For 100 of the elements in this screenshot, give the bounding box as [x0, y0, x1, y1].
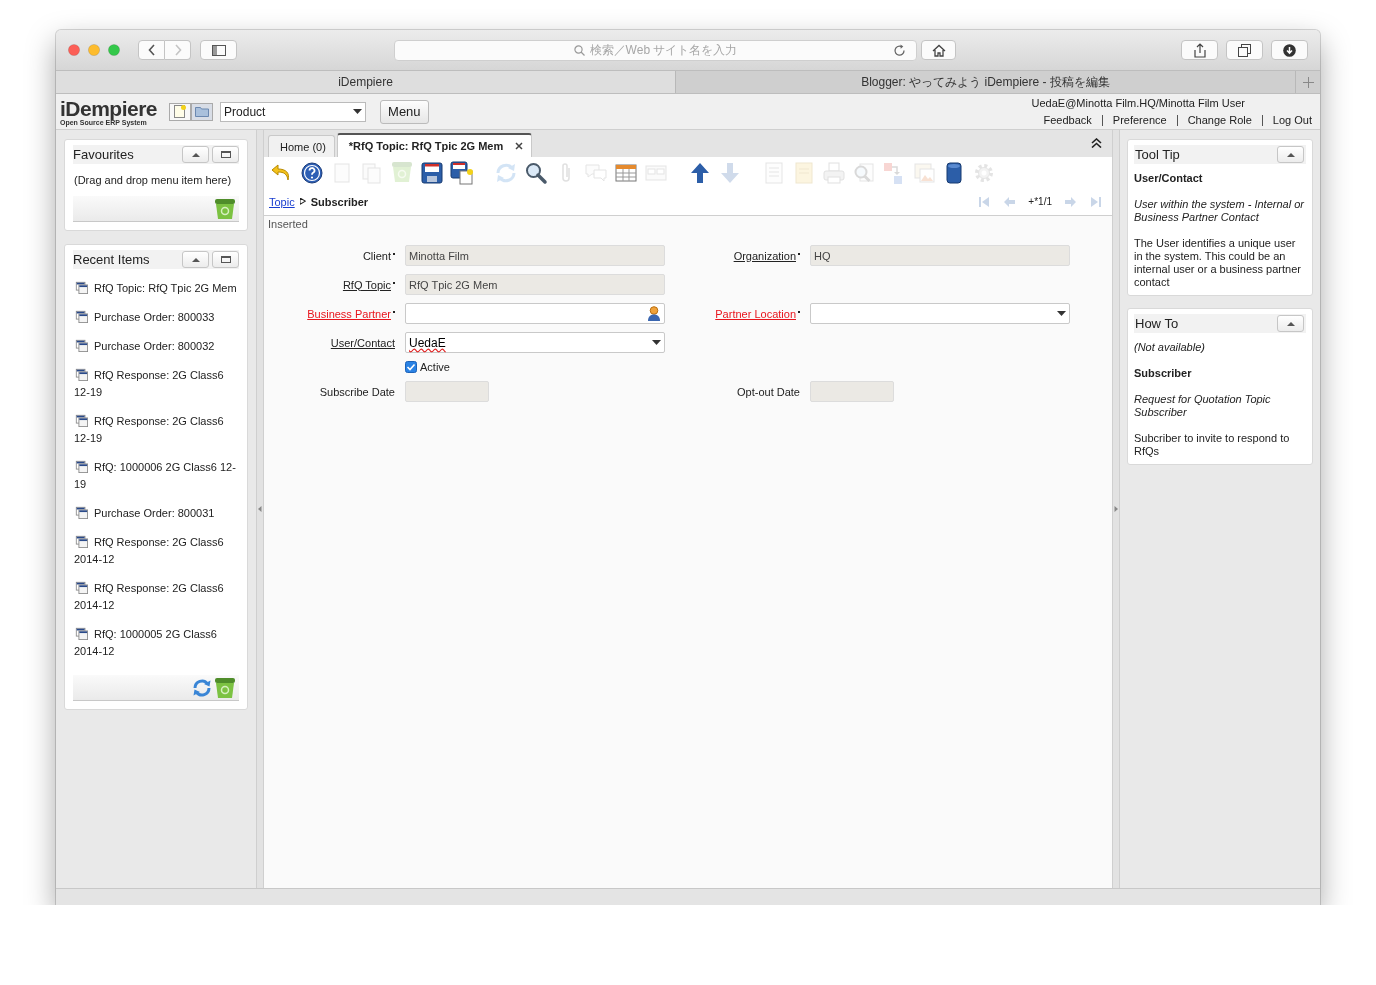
- home-button[interactable]: [921, 40, 956, 60]
- app-logo: iDempiere: [60, 97, 158, 119]
- text-field[interactable]: RfQ Tpic 2G Mem: [405, 274, 665, 295]
- user-info: UedaE@Minotta Film.HQ/Minotta Film User: [1031, 97, 1246, 109]
- download-button[interactable]: [1271, 40, 1308, 60]
- splitter-handle-icon[interactable]: [258, 506, 262, 512]
- forward-icon: [173, 44, 182, 56]
- zoom-window-button[interactable]: [108, 44, 120, 56]
- text-field[interactable]: Minotta Film: [405, 245, 665, 266]
- date-field[interactable]: [405, 381, 489, 402]
- save-new-icon[interactable]: [450, 160, 474, 185]
- menu-button[interactable]: Menu: [380, 99, 429, 124]
- save-icon[interactable]: [420, 160, 444, 185]
- share-icon: [1193, 42, 1206, 58]
- window-icon: [74, 310, 89, 323]
- tabs-button[interactable]: [1226, 40, 1263, 60]
- recent-item[interactable]: Purchase Order: 800032: [74, 338, 239, 355]
- menu-search-field[interactable]: Product: [220, 101, 367, 122]
- recent-item[interactable]: RfQ Response: 2G Class6 12-19: [74, 367, 239, 401]
- panel-title: Recent Items: [73, 252, 151, 267]
- collapse-button[interactable]: [182, 146, 209, 163]
- caret-up-icon: [1286, 321, 1295, 326]
- field-label[interactable]: User/Contact: [264, 336, 405, 349]
- search-field[interactable]: [405, 303, 665, 324]
- maximize-button[interactable]: [212, 146, 239, 163]
- minimize-window-button[interactable]: [88, 44, 100, 56]
- reload-icon[interactable]: [893, 43, 906, 57]
- browser-tab[interactable]: iDempiere: [56, 71, 675, 93]
- collapse-icon[interactable]: [1091, 138, 1102, 148]
- recent-item[interactable]: RfQ Response: 2G Class6 12-19: [74, 413, 239, 447]
- new-record-button[interactable]: [169, 102, 192, 121]
- share-button[interactable]: [1181, 40, 1218, 60]
- close-window-button[interactable]: [68, 44, 80, 56]
- search-icon[interactable]: [524, 160, 548, 185]
- window-icon: [74, 581, 89, 594]
- window-tab[interactable]: *RfQ Topic: RfQ Tpic 2G Mem: [336, 133, 533, 157]
- record-position: +*1/1: [1028, 196, 1052, 207]
- help-text: Request for Quotation Topic Subscriber: [1134, 393, 1272, 419]
- back-button[interactable]: [138, 40, 165, 60]
- panel-title: Favourites: [73, 147, 135, 162]
- maximize-icon: [220, 151, 231, 158]
- header-link[interactable]: Change Role: [1176, 115, 1262, 126]
- trash-icon[interactable]: [213, 197, 237, 220]
- field-label[interactable]: Business Partner: [264, 307, 405, 320]
- field-label: Client: [264, 249, 405, 262]
- maximize-button[interactable]: [212, 251, 239, 268]
- open-folder-button[interactable]: [191, 102, 214, 121]
- header-link[interactable]: Feedback: [1033, 115, 1102, 126]
- person-icon: [647, 306, 661, 321]
- dropdown-field[interactable]: [810, 303, 1070, 324]
- splitter-handle-icon[interactable]: [1114, 506, 1118, 512]
- window-icon: [74, 368, 89, 381]
- recent-item[interactable]: RfQ Response: 2G Class6 2014-12: [74, 580, 239, 614]
- date-field[interactable]: [810, 381, 894, 402]
- field-label[interactable]: Organization: [665, 249, 810, 262]
- plus-icon: [1302, 76, 1314, 88]
- sidebar-button[interactable]: [200, 40, 237, 60]
- checkbox[interactable]: [405, 361, 417, 373]
- header-link[interactable]: Log Out: [1261, 115, 1312, 126]
- dropdown-caret-icon: [652, 340, 661, 345]
- header-link[interactable]: Preference: [1101, 115, 1177, 126]
- panel-title: Tool Tip: [1135, 147, 1181, 162]
- status-message: Inserted: [267, 217, 309, 232]
- recent-item[interactable]: Purchase Order: 800031: [74, 505, 239, 522]
- caret-up-icon: [1286, 152, 1295, 157]
- field-label[interactable]: RfQ Topic: [264, 278, 405, 291]
- dropdown-field[interactable]: UedaE: [405, 332, 665, 353]
- browser-tab[interactable]: Blogger: やってみよう iDempiere - 投稿を編集: [675, 71, 1295, 93]
- text-field[interactable]: HQ: [810, 245, 1070, 266]
- collapse-button[interactable]: [182, 251, 209, 268]
- recent-item[interactable]: Purchase Order: 800033: [74, 309, 239, 326]
- recent-item[interactable]: RfQ: 1000005 2G Class6 2014-12: [74, 626, 239, 660]
- close-icon[interactable]: [515, 142, 524, 150]
- page-icon: [174, 105, 187, 118]
- window-tab[interactable]: Home (0): [268, 135, 335, 157]
- help-icon[interactable]: [300, 160, 324, 185]
- help-text: User within the system - Internal or Business Partner Contact: [1134, 198, 1305, 224]
- window-icon: [74, 460, 89, 473]
- breadcrumb-link[interactable]: Topic: [269, 195, 295, 208]
- collapse-button[interactable]: [1277, 315, 1304, 332]
- help-text: User/Contact: [1134, 172, 1204, 185]
- recent-item[interactable]: RfQ: 1000006 2G Class6 12-19: [74, 459, 239, 493]
- caret-up-icon: [191, 152, 200, 157]
- panel-title: How To: [1135, 316, 1180, 331]
- collapse-button[interactable]: [1277, 146, 1304, 163]
- help-text: (Not available): [1134, 341, 1206, 354]
- refresh-icon[interactable]: [191, 676, 213, 699]
- folder-icon: [195, 106, 210, 117]
- window-icon: [74, 506, 89, 519]
- field-label[interactable]: Partner Location: [665, 307, 810, 320]
- window-icon: [74, 414, 89, 427]
- download-icon: [1283, 43, 1296, 57]
- window-icon: [74, 535, 89, 548]
- tabs-icon: [1238, 43, 1251, 57]
- help-text: The User identifies a unique user in the system. This could be an internal user or a business partner contact: [1134, 237, 1302, 289]
- new-tab-button[interactable]: [1295, 71, 1320, 93]
- recent-item[interactable]: RfQ Topic: RfQ Tpic 2G Mem: [74, 280, 239, 297]
- recent-item[interactable]: RfQ Response: 2G Class6 2014-12: [74, 534, 239, 568]
- breadcrumb-current: Subscriber: [310, 195, 369, 208]
- trash-icon[interactable]: [213, 676, 237, 699]
